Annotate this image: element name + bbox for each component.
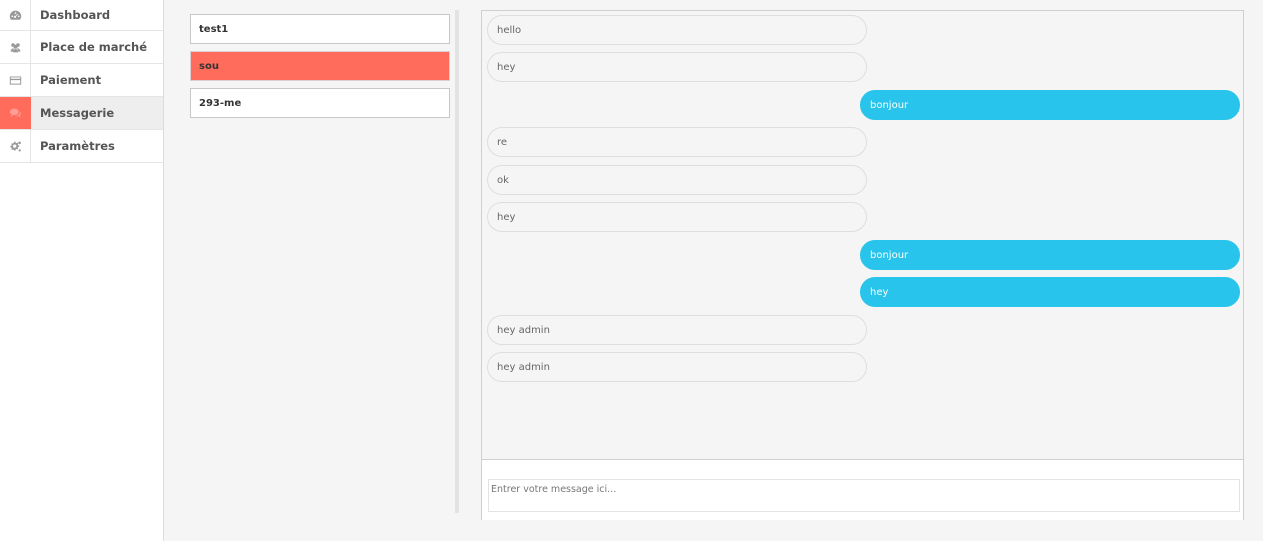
conversation-item[interactable]: sou bbox=[190, 51, 450, 81]
sidebar-item-dashboard[interactable]: Dashboard bbox=[0, 0, 163, 31]
chat-messages-panel: hello hey bonjour re ok hey bonjour hey … bbox=[481, 10, 1244, 460]
sidebar-item-messaging[interactable]: Messagerie bbox=[0, 97, 163, 130]
message-incoming: re bbox=[487, 127, 867, 157]
message-outgoing: bonjour bbox=[860, 90, 1240, 120]
message-input[interactable] bbox=[488, 479, 1240, 512]
message-incoming: ok bbox=[487, 165, 867, 195]
sidebar-item-label: Messagerie bbox=[40, 106, 115, 120]
conversation-item[interactable]: 293-me bbox=[190, 88, 450, 118]
users-icon bbox=[0, 31, 31, 63]
cogs-icon bbox=[0, 130, 31, 162]
sidebar-item-label: Paramètres bbox=[40, 139, 115, 153]
sidebar-item-label: Place de marché bbox=[40, 40, 148, 54]
message-incoming: hey bbox=[487, 202, 867, 232]
message-incoming: hey admin bbox=[487, 352, 867, 382]
sidebar: Dashboard Place de marché Paiement Messa… bbox=[0, 0, 164, 541]
sidebar-item-marketplace[interactable]: Place de marché bbox=[0, 31, 163, 64]
conversation-item[interactable]: test1 bbox=[190, 14, 450, 44]
message-incoming: hello bbox=[487, 15, 867, 45]
list-scrollbar[interactable] bbox=[455, 10, 459, 513]
comments-icon bbox=[0, 97, 31, 129]
credit-card-icon bbox=[0, 64, 31, 96]
sidebar-item-payment[interactable]: Paiement bbox=[0, 64, 163, 97]
message-incoming: hey bbox=[487, 52, 867, 82]
conversation-list: test1 sou 293-me bbox=[190, 14, 450, 125]
message-outgoing: hey bbox=[860, 277, 1240, 307]
sidebar-item-settings[interactable]: Paramètres bbox=[0, 130, 163, 163]
dashboard-icon bbox=[0, 0, 31, 30]
sidebar-item-label: Paiement bbox=[40, 73, 102, 87]
message-outgoing: bonjour bbox=[860, 240, 1240, 270]
message-incoming: hey admin bbox=[487, 315, 867, 345]
sidebar-item-label: Dashboard bbox=[40, 8, 111, 22]
compose-area bbox=[481, 460, 1244, 520]
